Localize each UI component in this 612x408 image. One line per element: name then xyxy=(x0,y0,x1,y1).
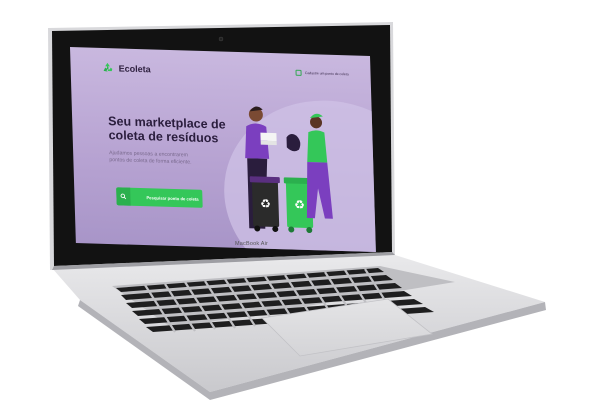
search-icon-box xyxy=(116,187,131,206)
brand-name: Ecoleta xyxy=(118,63,151,75)
search-point-button[interactable]: Pesquisar ponto de coleta xyxy=(116,187,203,208)
register-point-label: Cadastre um ponto de coleta xyxy=(304,71,349,77)
hero-title: Seu marketplace de coleta de resíduos xyxy=(107,114,226,146)
laptop-photo: Ecoleta Cadastre um ponto de coleta Seu … xyxy=(0,0,612,408)
svg-text:♻: ♻ xyxy=(260,197,271,211)
search-point-label: Pesquisar ponto de coleta xyxy=(146,194,199,202)
recycling-people-illustration: ♻ ♻ xyxy=(245,106,333,234)
login-icon xyxy=(295,69,303,76)
website-screen: Ecoleta Cadastre um ponto de coleta Seu … xyxy=(70,47,376,252)
register-point-link[interactable]: Cadastre um ponto de coleta xyxy=(295,69,349,78)
device-model-label: MacBook Air xyxy=(235,241,269,247)
hero-subtitle: Ajudamos pessoas a encontrarem pontos de… xyxy=(109,150,192,166)
recycle-icon xyxy=(103,62,113,72)
search-icon xyxy=(120,193,127,200)
svg-text:♻: ♻ xyxy=(294,198,305,212)
brand-logo[interactable]: Ecoleta xyxy=(100,61,151,77)
